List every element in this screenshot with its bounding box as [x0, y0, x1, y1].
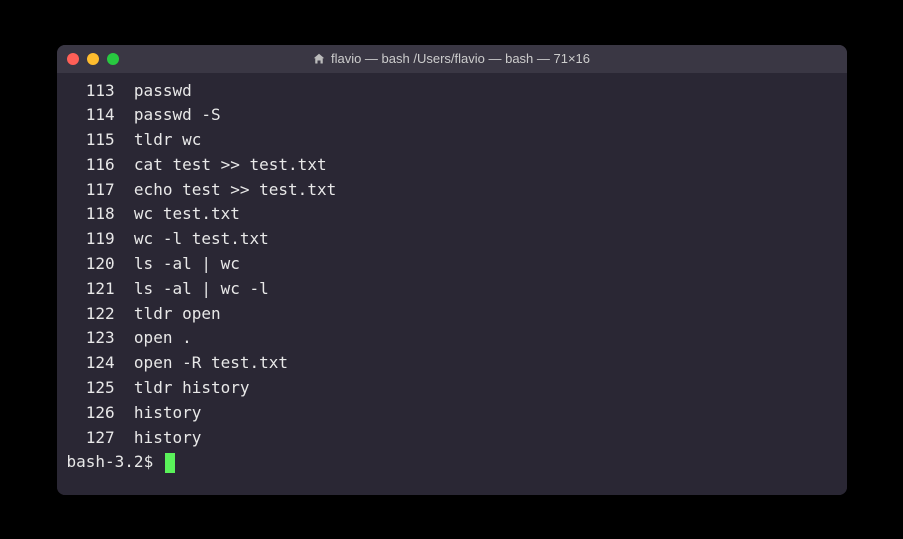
maximize-button[interactable]	[107, 53, 119, 65]
window-title: flavio — bash /Users/flavio — bash — 71×…	[57, 51, 847, 66]
history-command: history	[115, 428, 202, 447]
history-line: 114 passwd -S	[67, 103, 837, 128]
home-icon	[313, 53, 325, 65]
history-line: 118 wc test.txt	[67, 202, 837, 227]
history-line: 126 history	[67, 401, 837, 426]
history-number: 126	[67, 401, 115, 426]
history-line: 120 ls -al | wc	[67, 252, 837, 277]
history-command: tldr open	[115, 304, 221, 323]
history-line: 122 tldr open	[67, 302, 837, 327]
history-number: 122	[67, 302, 115, 327]
history-command: open .	[115, 328, 192, 347]
history-number: 117	[67, 178, 115, 203]
terminal-window: flavio — bash /Users/flavio — bash — 71×…	[57, 45, 847, 495]
close-button[interactable]	[67, 53, 79, 65]
history-number: 127	[67, 426, 115, 451]
history-number: 113	[67, 79, 115, 104]
history-command: wc test.txt	[115, 204, 240, 223]
history-number: 123	[67, 326, 115, 351]
history-command: cat test >> test.txt	[115, 155, 327, 174]
history-number: 124	[67, 351, 115, 376]
history-line: 125 tldr history	[67, 376, 837, 401]
history-number: 120	[67, 252, 115, 277]
history-command: tldr history	[115, 378, 250, 397]
history-command: passwd -S	[115, 105, 221, 124]
history-command: ls -al | wc	[115, 254, 240, 273]
history-command: open -R test.txt	[115, 353, 288, 372]
history-number: 121	[67, 277, 115, 302]
history-line: 115 tldr wc	[67, 128, 837, 153]
history-number: 116	[67, 153, 115, 178]
window-title-text: flavio — bash /Users/flavio — bash — 71×…	[331, 51, 590, 66]
history-command: echo test >> test.txt	[115, 180, 337, 199]
traffic-lights	[67, 53, 119, 65]
prompt-line[interactable]: bash-3.2$	[67, 450, 837, 475]
cursor	[165, 453, 175, 473]
history-line: 123 open .	[67, 326, 837, 351]
history-output: 113 passwd114 passwd -S115 tldr wc116 ca…	[67, 79, 837, 451]
history-line: 127 history	[67, 426, 837, 451]
history-command: ls -al | wc -l	[115, 279, 269, 298]
history-line: 119 wc -l test.txt	[67, 227, 837, 252]
history-command: history	[115, 403, 202, 422]
history-line: 121 ls -al | wc -l	[67, 277, 837, 302]
history-command: wc -l test.txt	[115, 229, 269, 248]
history-line: 116 cat test >> test.txt	[67, 153, 837, 178]
history-number: 115	[67, 128, 115, 153]
titlebar: flavio — bash /Users/flavio — bash — 71×…	[57, 45, 847, 73]
history-command: passwd	[115, 81, 192, 100]
history-number: 125	[67, 376, 115, 401]
history-number: 119	[67, 227, 115, 252]
terminal-body[interactable]: 113 passwd114 passwd -S115 tldr wc116 ca…	[57, 73, 847, 495]
history-line: 113 passwd	[67, 79, 837, 104]
history-line: 124 open -R test.txt	[67, 351, 837, 376]
history-number: 118	[67, 202, 115, 227]
minimize-button[interactable]	[87, 53, 99, 65]
history-command: tldr wc	[115, 130, 202, 149]
history-line: 117 echo test >> test.txt	[67, 178, 837, 203]
history-number: 114	[67, 103, 115, 128]
prompt: bash-3.2$	[67, 450, 163, 475]
